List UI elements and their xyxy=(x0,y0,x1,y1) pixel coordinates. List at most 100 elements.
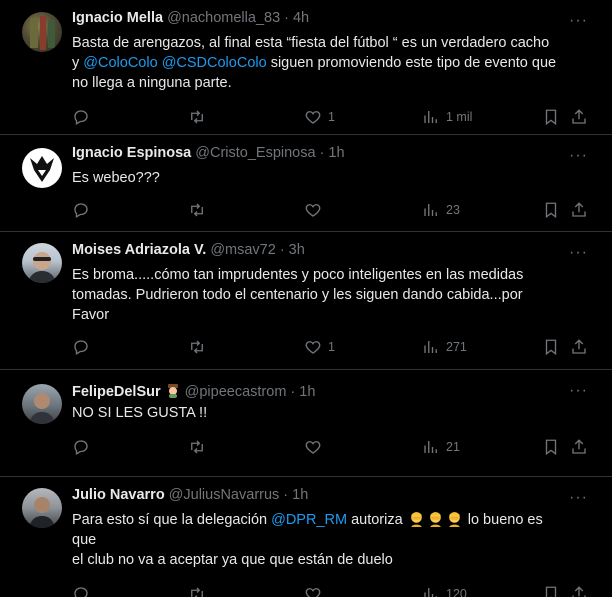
retweet-icon xyxy=(191,340,203,354)
views-icon xyxy=(424,111,437,123)
share-button[interactable] xyxy=(570,108,588,126)
tweet-text: Para esto sí que la delegación @DPR_RM a… xyxy=(72,510,596,570)
tweet-header: Julio Navarro @JuliusNavarrus · 1h xyxy=(72,487,596,509)
share-button[interactable] xyxy=(570,438,588,456)
retweet-button[interactable] xyxy=(188,438,206,456)
reply-button[interactable] xyxy=(72,201,90,219)
bookmark-button[interactable] xyxy=(542,338,560,356)
like-icon xyxy=(305,111,321,124)
more-options-icon[interactable]: ··· xyxy=(569,382,588,400)
bookmark-button[interactable] xyxy=(542,585,560,597)
timestamp[interactable]: 3h xyxy=(289,242,305,258)
person-facepalming-emoji-icon xyxy=(410,512,422,527)
display-name[interactable]: FelipeDelSur xyxy=(72,384,161,400)
avatar[interactable] xyxy=(22,384,62,424)
timestamp[interactable]: 4h xyxy=(293,10,309,26)
reply-button[interactable] xyxy=(72,438,90,456)
reply-button[interactable] xyxy=(72,338,90,356)
reply-icon xyxy=(74,110,88,125)
mention-link[interactable]: @ColoColo xyxy=(83,55,157,71)
share-button[interactable] xyxy=(570,338,588,356)
tweet-actions: 1 271 xyxy=(72,328,596,366)
separator: · xyxy=(279,242,285,258)
user-handle[interactable]: @Cristo_Espinosa xyxy=(195,145,315,161)
tweet-actions: 120 xyxy=(72,575,596,597)
reply-feed: Ignacio Mella @nachomella_83 · 4h ··· Ba… xyxy=(0,0,612,597)
views-button[interactable]: 120 xyxy=(422,585,467,597)
timestamp[interactable]: 1h xyxy=(328,145,344,161)
like-button[interactable] xyxy=(304,585,328,597)
more-options-icon[interactable]: ··· xyxy=(569,12,588,30)
like-button[interactable]: 1 xyxy=(304,108,335,126)
tweet-text-segment: no llega a ninguna parte. xyxy=(72,75,232,91)
separator: · xyxy=(319,145,325,161)
views-button[interactable]: 23 xyxy=(422,201,460,219)
reply-icon xyxy=(74,587,88,597)
tweet[interactable]: Moises Adriazola V. @msav72 · 3h ··· Es … xyxy=(0,232,612,370)
tweet-text-line: Favor xyxy=(72,305,570,325)
views-button[interactable]: 271 xyxy=(422,338,467,356)
separator: · xyxy=(283,487,289,503)
tweet[interactable]: FelipeDelSur @pipeecastrom · 1h ··· NO S… xyxy=(0,370,612,477)
user-handle[interactable]: @JuliusNavarrus xyxy=(169,487,280,503)
retweet-button[interactable] xyxy=(188,585,206,597)
views-button[interactable]: 21 xyxy=(422,438,460,456)
tweet-text: Es webeo??? xyxy=(72,168,596,188)
bookmark-button[interactable] xyxy=(542,108,560,126)
timestamp[interactable]: 1h xyxy=(292,487,308,503)
mention-link[interactable]: @CSDColoColo xyxy=(162,55,267,71)
share-button[interactable] xyxy=(570,585,588,597)
share-button[interactable] xyxy=(570,201,588,219)
like-button[interactable] xyxy=(304,438,328,456)
display-name[interactable]: Ignacio Espinosa xyxy=(72,145,191,161)
like-count: 1 xyxy=(328,110,335,124)
tweet-text-line: el club no va a aceptar ya que que están… xyxy=(72,550,570,570)
tweet-header: Ignacio Mella @nachomella_83 · 4h xyxy=(72,10,596,32)
views-icon xyxy=(424,588,437,597)
tweet-actions: 21 xyxy=(72,428,596,466)
views-icon xyxy=(424,341,437,353)
retweet-button[interactable] xyxy=(188,338,206,356)
like-button[interactable] xyxy=(304,201,328,219)
tweet-text-line: tomadas. Pudrieron todo el centenario y … xyxy=(72,285,570,305)
reply-icon xyxy=(74,440,88,455)
user-handle[interactable]: @pipeecastrom xyxy=(185,384,287,400)
user-handle[interactable]: @msav72 xyxy=(210,242,276,258)
like-icon xyxy=(305,441,321,454)
retweet-button[interactable] xyxy=(188,201,206,219)
views-button[interactable]: 1 mil xyxy=(422,108,472,126)
bookmark-button[interactable] xyxy=(542,201,560,219)
tweet-text-segment: Es broma.....cómo tan imprudentes y poco… xyxy=(72,267,524,283)
tweet-text: NO SI LES GUSTA !! xyxy=(72,403,596,423)
tweet-text-segment: tomadas. Pudrieron todo el centenario y … xyxy=(72,287,523,303)
bookmark-icon xyxy=(545,586,557,597)
timestamp[interactable]: 1h xyxy=(299,384,315,400)
display-name[interactable]: Moises Adriazola V. xyxy=(72,242,206,258)
bookmark-button[interactable] xyxy=(542,438,560,456)
reply-button[interactable] xyxy=(72,108,90,126)
bookmark-icon xyxy=(545,439,557,456)
avatar[interactable] xyxy=(22,148,62,188)
separator: · xyxy=(284,10,289,26)
tweet[interactable]: Ignacio Mella @nachomella_83 · 4h ··· Ba… xyxy=(0,0,612,135)
like-button[interactable]: 1 xyxy=(304,338,335,356)
mention-link[interactable]: @DPR_RM xyxy=(271,512,347,528)
avatar[interactable] xyxy=(22,488,62,528)
tweet-text-segment: Basta de arengazos, al final esta “fiest… xyxy=(72,35,550,51)
reply-button[interactable] xyxy=(72,585,90,597)
retweet-button[interactable] xyxy=(188,108,206,126)
user-handle[interactable]: @nachomella_83 xyxy=(167,10,280,26)
tweet-actions: 23 xyxy=(72,191,596,229)
tweet[interactable]: Ignacio Espinosa @Cristo_Espinosa · 1h ·… xyxy=(0,135,612,232)
avatar[interactable] xyxy=(22,12,62,52)
avatar[interactable] xyxy=(22,243,62,283)
more-options-icon[interactable]: ··· xyxy=(569,147,588,165)
tweet-text-segment: el club no va a aceptar ya que que están… xyxy=(72,552,393,568)
tweet[interactable]: Julio Navarro @JuliusNavarrus · 1h ··· P… xyxy=(0,477,612,597)
tweet-text-segment: Para esto sí que la delegación xyxy=(72,512,272,528)
display-name[interactable]: Ignacio Mella xyxy=(72,10,163,26)
more-options-icon[interactable]: ··· xyxy=(569,489,588,507)
more-options-icon[interactable]: ··· xyxy=(569,244,588,262)
display-name[interactable]: Julio Navarro xyxy=(72,487,165,503)
profile-emoji-icon xyxy=(167,384,178,398)
